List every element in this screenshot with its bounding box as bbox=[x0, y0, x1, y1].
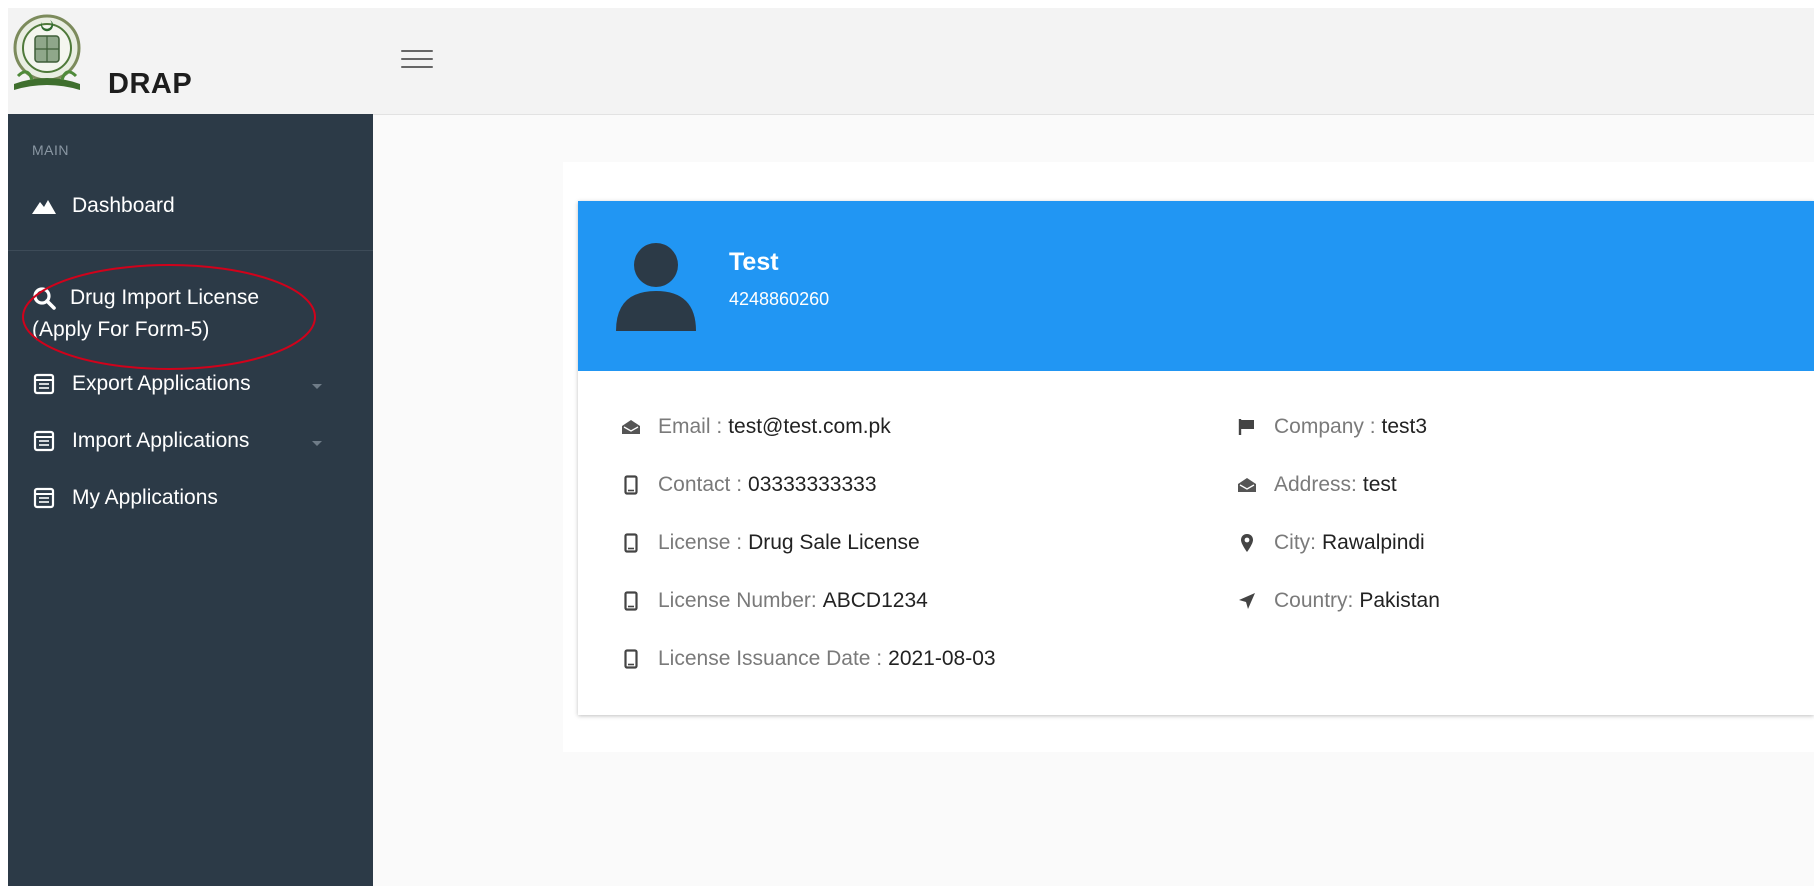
mobile-icon bbox=[620, 648, 642, 670]
flag-icon bbox=[1236, 416, 1258, 438]
info-value: test bbox=[1362, 473, 1397, 496]
calendar-icon bbox=[32, 486, 56, 510]
mobile-icon bbox=[620, 590, 642, 612]
sidebar-item-drug-import-license[interactable]: Drug Import License (Apply For Form-5) bbox=[32, 282, 312, 346]
profile-name: Test bbox=[729, 248, 779, 276]
info-license: License : Drug Sale License bbox=[620, 531, 920, 555]
info-value: ABCD1234 bbox=[822, 589, 928, 612]
sidebar-item-my-applications[interactable]: My Applications bbox=[32, 486, 218, 510]
info-contact: Contact : 03333333333 bbox=[620, 473, 877, 497]
envelope-open-icon bbox=[620, 416, 642, 438]
info-label: Address: bbox=[1274, 473, 1357, 496]
info-email: Email : test@test.com.pk bbox=[620, 415, 891, 439]
sidebar-item-import-applications[interactable]: Import Applications bbox=[32, 429, 350, 453]
info-label: License Issuance Date : bbox=[658, 647, 883, 670]
info-value: test3 bbox=[1381, 415, 1428, 438]
sidebar-divider bbox=[8, 250, 373, 251]
mobile-icon bbox=[620, 532, 642, 554]
info-value: 2021-08-03 bbox=[888, 647, 996, 670]
chevron-down-icon bbox=[312, 441, 322, 446]
mountain-icon bbox=[32, 194, 56, 218]
menu-toggle-button[interactable] bbox=[401, 50, 433, 72]
hamburger-icon-line bbox=[401, 66, 433, 68]
info-label: Country: bbox=[1274, 589, 1354, 612]
info-city: City: Rawalpindi bbox=[1236, 531, 1425, 555]
info-label: License : bbox=[658, 531, 743, 554]
chevron-down-icon bbox=[312, 384, 322, 389]
sidebar-item-label: Import Applications bbox=[72, 429, 250, 452]
info-company: Company : test3 bbox=[1236, 415, 1427, 439]
mobile-icon bbox=[620, 474, 642, 496]
calendar-icon bbox=[32, 372, 56, 396]
search-icon bbox=[32, 286, 56, 311]
sidebar-item-label: My Applications bbox=[72, 486, 218, 509]
user-avatar-icon bbox=[616, 243, 696, 331]
profile-card: Test 4248860260 Email : test@test.com.pk… bbox=[578, 201, 1814, 715]
info-label: Email : bbox=[658, 415, 723, 438]
info-license-issuance-date: License Issuance Date : 2021-08-03 bbox=[620, 647, 996, 671]
info-value: Rawalpindi bbox=[1322, 531, 1425, 554]
hamburger-icon bbox=[401, 50, 433, 52]
location-arrow-icon bbox=[1236, 590, 1258, 612]
calendar-icon bbox=[32, 429, 56, 453]
profile-header: Test 4248860260 bbox=[578, 201, 1814, 371]
sidebar-section-label: MAIN bbox=[32, 142, 69, 158]
info-license-number: License Number: ABCD1234 bbox=[620, 589, 928, 613]
info-label: Company : bbox=[1274, 415, 1376, 438]
sidebar-item-sublabel: (Apply For Form-5) bbox=[32, 318, 210, 341]
sidebar: MAIN Dashboard Drug Import License (Appl… bbox=[8, 114, 373, 886]
profile-id-number: 4248860260 bbox=[729, 289, 830, 309]
sidebar-item-export-applications[interactable]: Export Applications bbox=[32, 372, 350, 396]
info-label: Contact : bbox=[658, 473, 743, 496]
info-label: City: bbox=[1274, 531, 1316, 554]
info-label: License Number: bbox=[658, 589, 817, 612]
info-value: 03333333333 bbox=[748, 473, 877, 496]
info-value: Pakistan bbox=[1359, 589, 1440, 612]
info-value: test@test.com.pk bbox=[728, 415, 891, 438]
drap-logo-icon bbox=[13, 14, 81, 90]
app-frame: DRAP MAIN Dashboard Drug Import License … bbox=[8, 8, 1814, 886]
brand-name: DRAP bbox=[108, 68, 193, 100]
sidebar-item-label: Drug Import License bbox=[70, 286, 260, 309]
top-bar: DRAP bbox=[8, 8, 1814, 115]
info-country: Country: Pakistan bbox=[1236, 589, 1440, 613]
hamburger-icon-line bbox=[401, 58, 433, 60]
sidebar-item-dashboard[interactable]: Dashboard bbox=[32, 194, 175, 218]
info-address: Address: test bbox=[1236, 473, 1397, 497]
brand[interactable]: DRAP bbox=[8, 8, 374, 114]
map-marker-icon bbox=[1236, 532, 1258, 554]
sidebar-item-label: Export Applications bbox=[72, 372, 251, 395]
sidebar-item-label: Dashboard bbox=[72, 194, 175, 217]
info-value: Drug Sale License bbox=[748, 531, 920, 554]
envelope-open-icon bbox=[1236, 474, 1258, 496]
